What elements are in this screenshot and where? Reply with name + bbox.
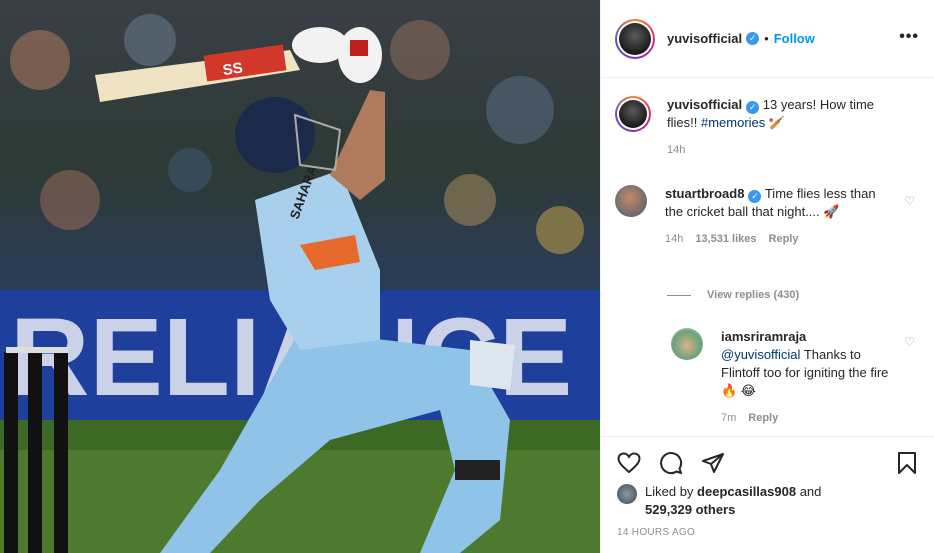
caption-username[interactable]: yuvisofficial <box>667 97 742 112</box>
stumps <box>4 347 68 553</box>
liked-by-user[interactable]: deepcasillas908 <box>697 484 796 499</box>
helmet <box>235 97 315 173</box>
comments-list[interactable]: yuvisofficial ✓ 13 years! How time flies!… <box>601 79 934 436</box>
verified-badge-icon: ✓ <box>746 101 760 114</box>
comment-bubble-icon[interactable] <box>657 449 685 477</box>
commenter-avatar[interactable] <box>615 185 647 217</box>
divider-line <box>667 294 691 296</box>
verified-badge-icon: ✓ <box>746 32 760 45</box>
save-bookmark-icon[interactable] <box>893 449 921 477</box>
comment-likes[interactable]: 13,531 likes <box>695 233 756 245</box>
comment-time[interactable]: 14h <box>665 233 683 245</box>
reply-item: iamsriramraja @yuvisofficial Thanks to F… <box>671 328 891 424</box>
liked-by-others[interactable]: 529,329 others <box>645 502 735 517</box>
caption-avatar[interactable] <box>615 96 651 132</box>
like-comment-heart-icon[interactable]: ♡ <box>904 194 915 208</box>
like-reply-heart-icon[interactable]: ♡ <box>904 335 915 349</box>
follow-button[interactable]: Follow <box>774 31 815 46</box>
reply-button[interactable]: Reply <box>769 233 799 245</box>
liked-by-and: and <box>796 484 822 499</box>
liked-by-prefix: Liked by <box>645 484 698 499</box>
author-username[interactable]: yuvisofficial <box>667 31 742 46</box>
caption-time[interactable]: 14h <box>667 144 907 156</box>
author-avatar[interactable] <box>615 18 655 59</box>
post-footer: Liked by deepcasillas908 and 529,329 oth… <box>601 436 934 553</box>
post-details-panel: yuvisofficial ✓ • Follow ••• yuvisoffici… <box>600 0 934 553</box>
separator-dot: • <box>764 31 769 46</box>
reply-time[interactable]: 7m <box>721 412 736 424</box>
view-replies-label[interactable]: View replies (430) <box>707 289 799 301</box>
bat-logo: SS <box>222 59 244 79</box>
batting-gloves <box>292 27 382 83</box>
verified-badge-icon: ✓ <box>748 190 762 203</box>
mention-link[interactable]: @yuvisofficial <box>721 347 800 362</box>
post-timestamp[interactable]: 14 HOURS AGO <box>617 527 695 538</box>
reply-button[interactable]: Reply <box>748 412 778 424</box>
comment-item: stuartbroad8 ✓ Time flies less than the c… <box>615 185 895 245</box>
view-replies[interactable]: View replies (430) <box>667 289 799 301</box>
post-photo[interactable]: RELIANCE SAHARA <box>0 0 600 553</box>
share-paper-plane-icon[interactable] <box>699 449 727 477</box>
more-options-icon[interactable]: ••• <box>899 28 919 46</box>
cricket-photo: RELIANCE SAHARA <box>0 14 600 553</box>
cricket-bat: SS <box>95 44 300 102</box>
commenter-username[interactable]: stuartbroad8 <box>665 186 744 201</box>
caption: yuvisofficial ✓ 13 years! How time flies!… <box>615 96 907 156</box>
action-bar <box>615 449 727 477</box>
like-heart-icon[interactable] <box>615 449 643 477</box>
liker-avatar[interactable] <box>617 484 637 504</box>
replier-username[interactable]: iamsriramraja <box>721 329 806 344</box>
replier-avatar[interactable] <box>671 328 703 360</box>
caption-emoji: 🏏 <box>768 115 786 130</box>
hashtag-link[interactable]: #memories <box>701 115 765 130</box>
likes-summary: Liked by deepcasillas908 and 529,329 oth… <box>617 483 845 519</box>
post-header: yuvisofficial ✓ • Follow ••• <box>601 0 934 78</box>
